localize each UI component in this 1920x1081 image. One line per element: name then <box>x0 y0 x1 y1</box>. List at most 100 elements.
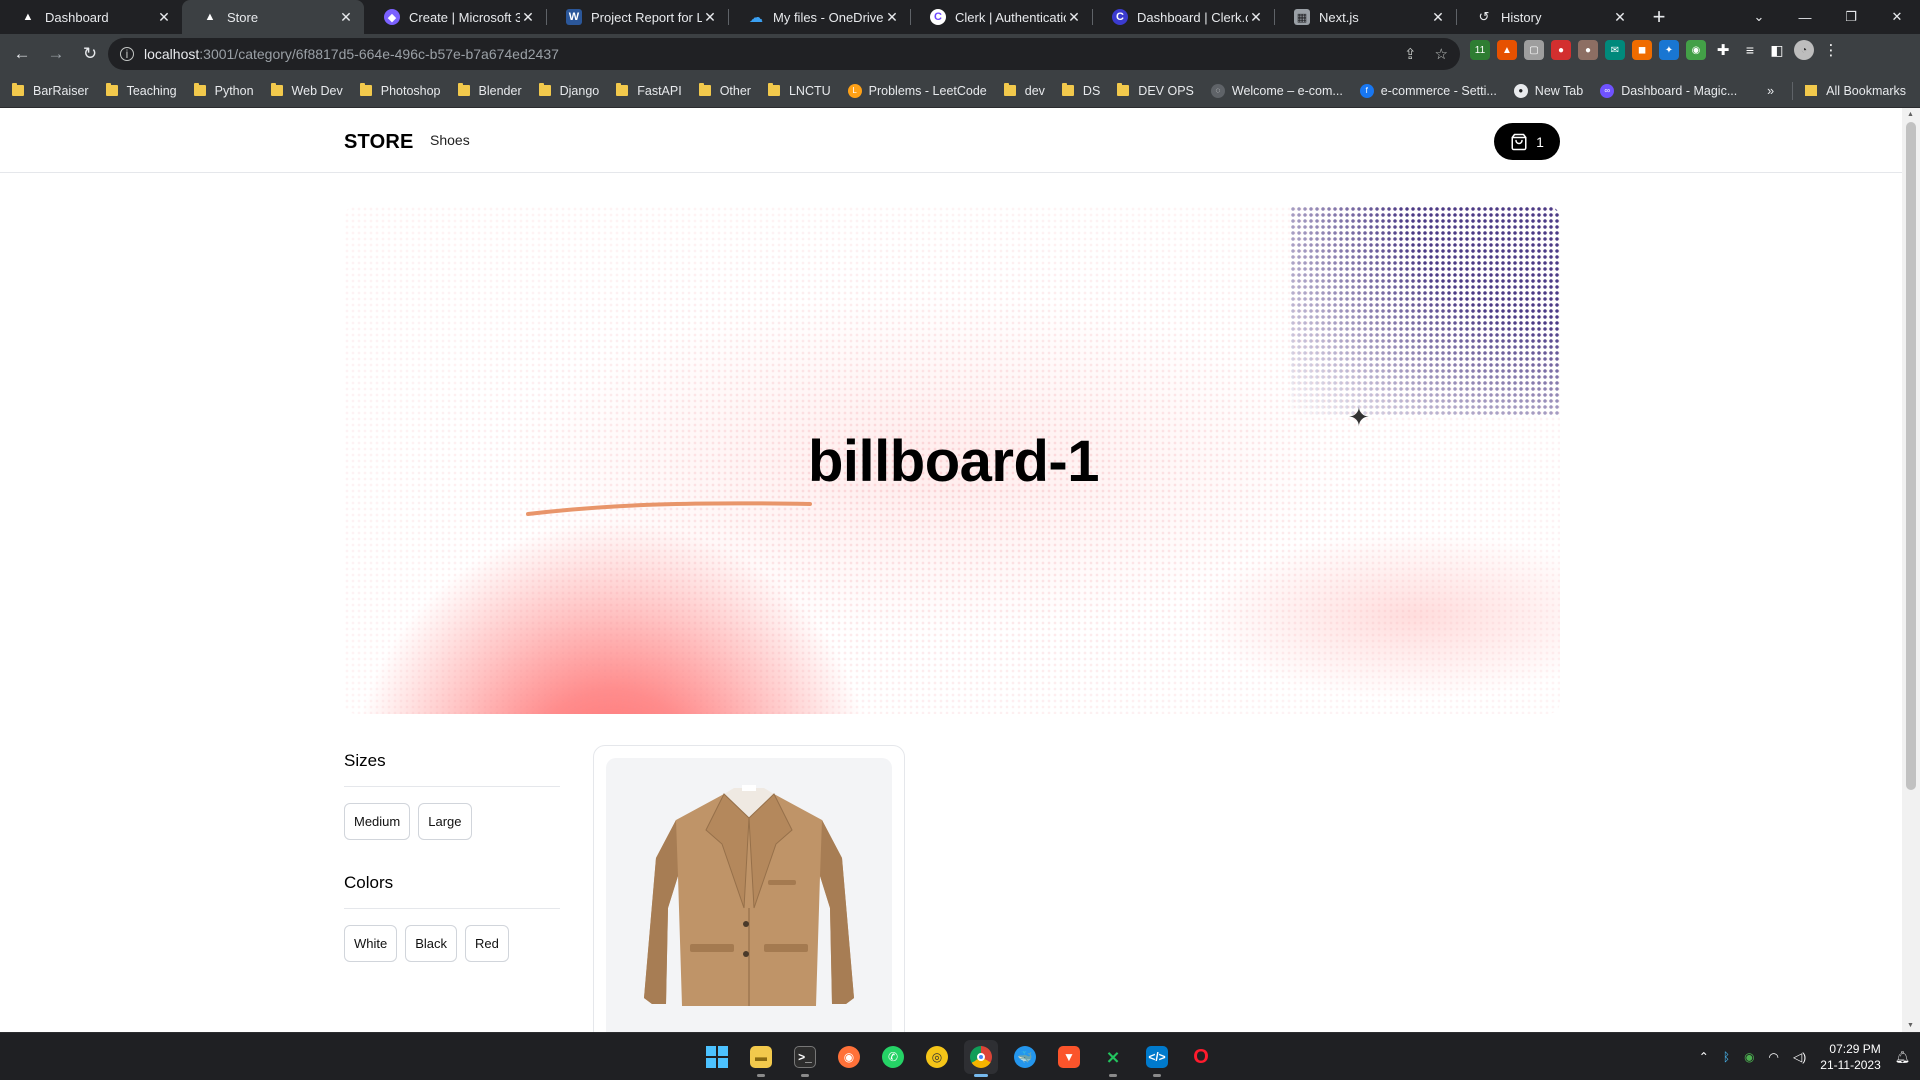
volume-icon[interactable]: ◁) <box>1793 1050 1806 1064</box>
close-window-button[interactable]: ✕ <box>1874 0 1920 34</box>
bookmark-label: e-commerce - Setti... <box>1380 83 1497 98</box>
clock[interactable]: 07:29 PM 21-11-2023 <box>1820 1041 1881 1073</box>
notification-bell-icon[interactable]: 🔔︎ <box>1895 1050 1910 1064</box>
extension-flame-icon[interactable]: ▲ <box>1497 40 1517 60</box>
bookmark-folder[interactable]: Web Dev <box>270 83 343 98</box>
bookmark-folder[interactable]: FastAPI <box>616 83 682 98</box>
tab-clerk-dashboard[interactable]: C Dashboard | Clerk.com ✕ <box>1092 0 1274 34</box>
bookmark-new-tab[interactable]: ● New Tab <box>1513 83 1583 98</box>
system-tray: ⌃ ᛒ ◉ ◠ ◁) 07:29 PM 21-11-2023 🔔︎ <box>1699 1033 1910 1081</box>
tab-onedrive[interactable]: ☁ My files - OneDrive ✕ <box>728 0 910 34</box>
bookmark-star-icon[interactable]: ☆ <box>1435 45 1448 63</box>
bookmark-folder[interactable]: DEV OPS <box>1117 83 1194 98</box>
cart-button[interactable]: 1 <box>1494 123 1560 160</box>
color-option-red[interactable]: Red <box>465 925 509 962</box>
address-bar[interactable]: i localhost:3001/category/6f8817d5-664e-… <box>108 38 1460 70</box>
size-options: Medium Large <box>344 803 560 840</box>
extension-badge-icon[interactable]: 11 <box>1470 40 1490 60</box>
extension-green-icon[interactable]: ✉ <box>1605 40 1625 60</box>
side-panel-icon[interactable]: ◧ <box>1767 40 1787 60</box>
chrome-tray-icon[interactable]: ◉ <box>1744 1050 1754 1064</box>
extension-off-icon[interactable]: ◼ <box>1632 40 1652 60</box>
scroll-thumb[interactable] <box>1906 122 1916 790</box>
opera-icon[interactable]: O <box>1184 1040 1218 1074</box>
reload-button[interactable]: ↻ <box>74 38 106 70</box>
visual-studio-icon[interactable]: ⨯ <box>1096 1040 1130 1077</box>
extension-cookie-icon[interactable]: ● <box>1578 40 1598 60</box>
tab-history[interactable]: ↺ History ✕ <box>1456 0 1638 34</box>
docker-icon[interactable]: 🐳 <box>1008 1040 1042 1074</box>
reading-list-icon[interactable]: ≡ <box>1740 40 1760 60</box>
close-icon[interactable]: ✕ <box>1066 9 1082 26</box>
brave-icon[interactable]: ▼ <box>1052 1040 1086 1074</box>
extensions-puzzle-icon[interactable]: ✚ <box>1713 40 1733 60</box>
scroll-down-icon[interactable]: ▼ <box>1907 1022 1914 1029</box>
site-info-icon[interactable]: i <box>120 47 134 61</box>
menu-kebab-icon[interactable]: ⋮ <box>1821 40 1841 60</box>
close-icon[interactable]: ✕ <box>702 9 718 26</box>
file-explorer-icon[interactable]: ▬ <box>744 1040 778 1077</box>
extension-red-icon[interactable]: ● <box>1551 40 1571 60</box>
close-icon[interactable]: ✕ <box>884 9 900 26</box>
chrome-icon[interactable] <box>964 1040 998 1077</box>
tab-clerk-auth[interactable]: C Clerk | Authentication ✕ <box>910 0 1092 34</box>
page-scrollbar[interactable]: ▲ ▼ <box>1902 108 1920 1032</box>
new-tab-button[interactable]: + <box>1644 0 1674 34</box>
bookmark-folder[interactable]: dev <box>1003 83 1045 98</box>
bookmark-folder[interactable]: Photoshop <box>359 83 441 98</box>
bookmark-folder[interactable]: Blender <box>457 83 522 98</box>
bluetooth-icon[interactable]: ᛒ <box>1723 1050 1730 1064</box>
windows-start-icon[interactable] <box>700 1040 734 1074</box>
close-icon[interactable]: ✕ <box>520 9 536 26</box>
chevron-up-icon[interactable]: ⌃ <box>1699 1050 1709 1064</box>
wifi-icon[interactable]: ◠ <box>1769 1050 1779 1064</box>
product-image[interactable] <box>606 758 892 1032</box>
profile-avatar[interactable]: ◔ <box>1794 40 1814 60</box>
forward-button[interactable]: → <box>40 38 72 70</box>
scroll-up-icon[interactable]: ▲ <box>1907 111 1914 118</box>
restore-button[interactable]: ❐ <box>1828 0 1874 34</box>
color-option-black[interactable]: Black <box>405 925 458 962</box>
chrome-canary-icon[interactable]: ◎ <box>920 1040 954 1074</box>
nav-link-shoes[interactable]: Shoes <box>430 132 470 148</box>
color-option-white[interactable]: White <box>344 925 398 962</box>
close-icon[interactable]: ✕ <box>1430 9 1446 26</box>
tab-project-report[interactable]: W Project Report for LNCT ✕ <box>546 0 728 34</box>
tab-microsoft-create[interactable]: ◆ Create | Microsoft 365 ✕ <box>364 0 546 34</box>
chevron-right-icon[interactable]: » <box>1767 84 1774 98</box>
bookmark-folder[interactable]: BarRaiser <box>12 83 89 98</box>
close-icon[interactable]: ✕ <box>1248 9 1264 26</box>
extension-gray-icon[interactable]: ▢ <box>1524 40 1544 60</box>
tab-search-icon[interactable]: ⌄ <box>1736 0 1782 34</box>
size-option-medium[interactable]: Medium <box>344 803 411 840</box>
back-button[interactable]: ← <box>6 38 38 70</box>
product-card[interactable] <box>593 745 905 1032</box>
share-icon[interactable]: ⇪ <box>1404 45 1417 63</box>
bookmark-folder[interactable]: Python <box>193 83 254 98</box>
tab-store[interactable]: ▲ Store ✕ <box>182 0 364 34</box>
bookmark-leetcode[interactable]: L Problems - LeetCode <box>847 83 987 98</box>
store-logo[interactable]: STORE <box>344 131 414 154</box>
bookmark-folder[interactable]: Django <box>538 83 599 98</box>
whatsapp-icon[interactable]: ✆ <box>876 1040 910 1074</box>
bookmark-magic-dashboard[interactable]: ∞ Dashboard - Magic... <box>1600 83 1737 98</box>
terminal-icon[interactable]: >_ <box>788 1040 822 1077</box>
bookmark-ecommerce[interactable]: f e-commerce - Setti... <box>1359 83 1497 98</box>
bookmark-welcome[interactable]: ◌ Welcome – e-com... <box>1210 83 1343 98</box>
close-icon[interactable]: ✕ <box>1612 9 1628 26</box>
firefox-icon[interactable]: ◉ <box>832 1040 866 1074</box>
minimize-button[interactable]: — <box>1782 0 1828 34</box>
bookmark-folder[interactable]: LNCTU <box>767 83 831 98</box>
tab-nextjs[interactable]: ▦ Next.js ✕ <box>1274 0 1456 34</box>
all-bookmarks-link[interactable]: All Bookmarks <box>1826 84 1906 98</box>
bookmark-folder[interactable]: DS <box>1061 83 1100 98</box>
size-option-large[interactable]: Large <box>418 803 472 840</box>
tab-dashboard[interactable]: ▲ Dashboard ✕ <box>0 0 182 34</box>
close-icon[interactable]: ✕ <box>156 9 172 26</box>
bookmark-folder[interactable]: Other <box>698 83 751 98</box>
bookmark-folder[interactable]: Teaching <box>105 83 177 98</box>
extension-blue-icon[interactable]: ✦ <box>1659 40 1679 60</box>
close-icon[interactable]: ✕ <box>338 9 354 26</box>
extension-color-icon[interactable]: ◉ <box>1686 40 1706 60</box>
vscode-icon[interactable]: </> <box>1140 1040 1174 1077</box>
